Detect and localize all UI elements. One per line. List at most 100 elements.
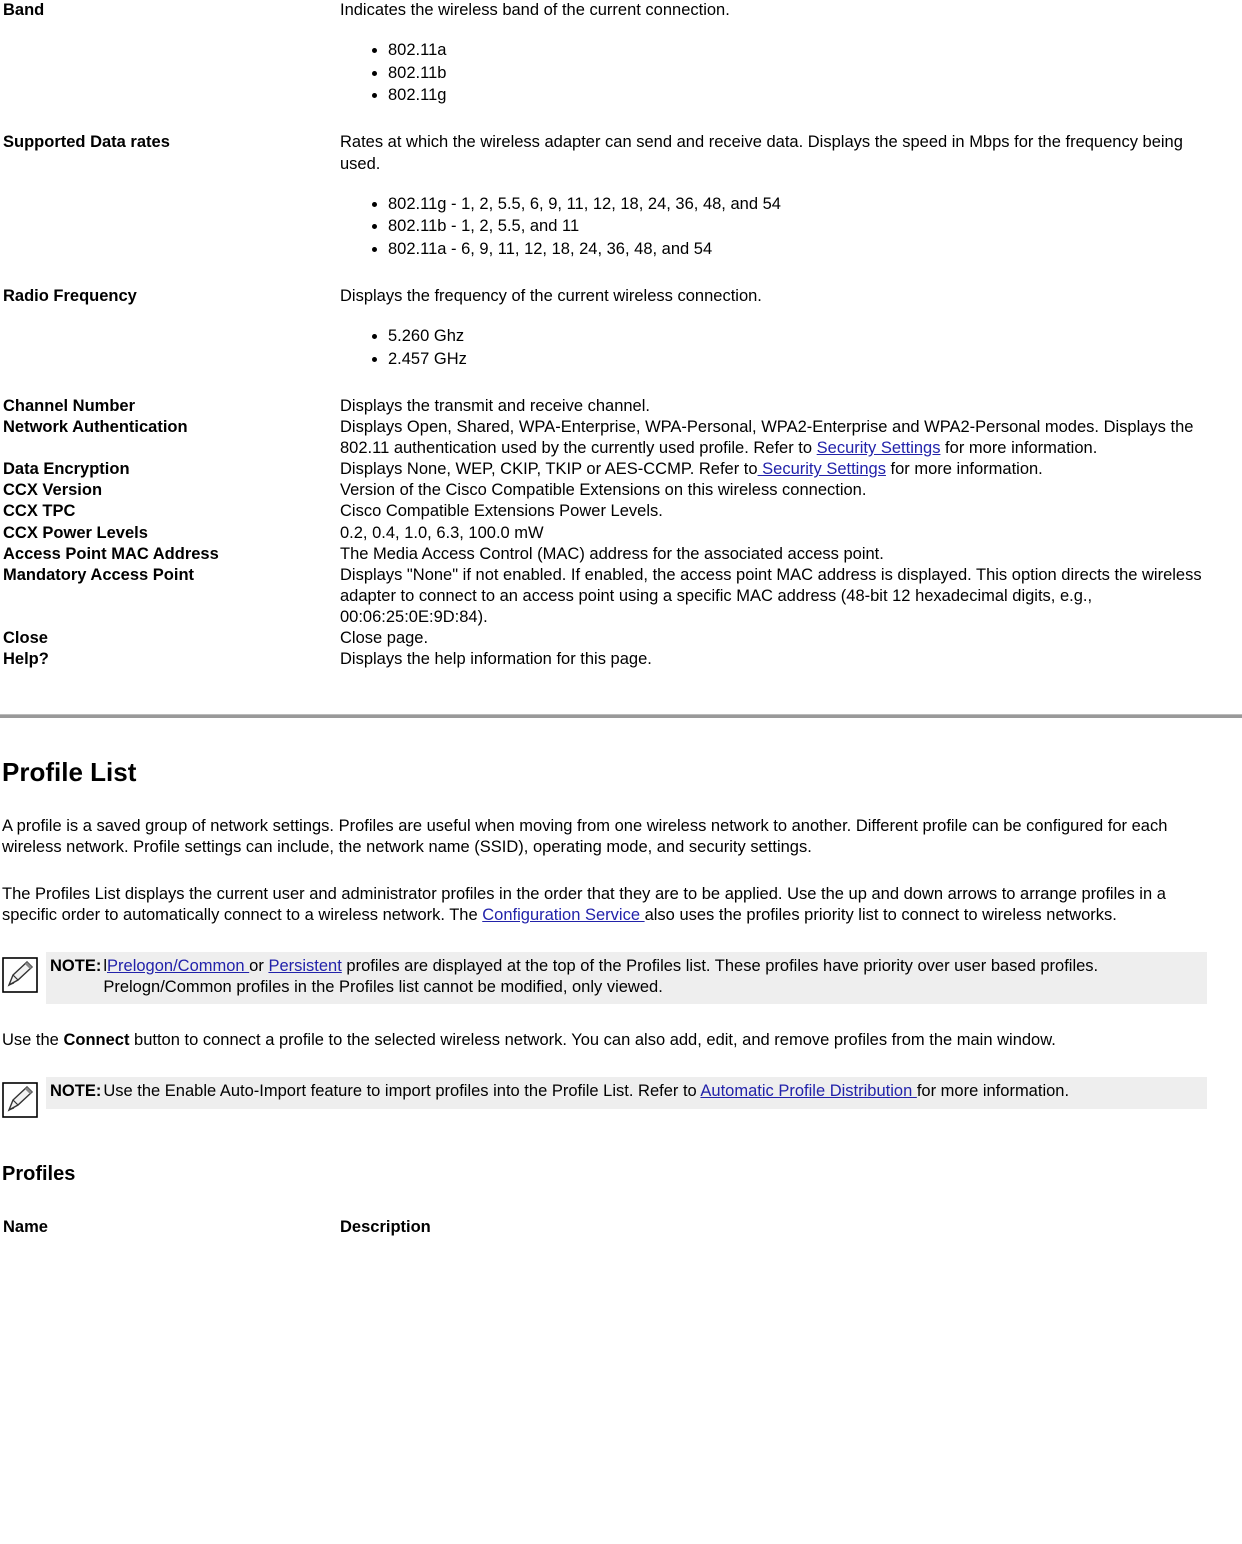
term-label: Supported Data rates <box>3 133 170 152</box>
term-cell: CCX Power Levels <box>0 523 340 544</box>
description-text: Displays "None" if not enabled. If enabl… <box>340 565 1202 627</box>
description-text: Displays None, WEP, CKIP, TKIP or AES-CC… <box>340 459 1207 480</box>
description-text: Displays Open, Shared, WPA-Enterprise, W… <box>340 417 1207 459</box>
note-pencil-icon <box>0 1077 46 1127</box>
note-text: lPrelogon/Common or Persistent profiles … <box>103 956 1201 998</box>
table-row: Access Point MAC Address The Media Acces… <box>0 544 1242 565</box>
term-label: CCX TPC <box>3 502 76 521</box>
note-pencil-icon <box>0 952 46 1002</box>
persistent-link[interactable]: Persistent <box>268 957 341 975</box>
list-item: 802.11a - 6, 9, 11, 12, 18, 24, 36, 48, … <box>388 238 1207 260</box>
page-title: Profile List <box>2 757 137 788</box>
description-cell: Close page. <box>340 628 1242 649</box>
term-cell: Band <box>0 0 340 132</box>
table-row: CCX TPC Cisco Compatible Extensions Powe… <box>0 501 1242 522</box>
term-cell: Radio Frequency <box>0 286 340 396</box>
document-page: Band Indicates the wireless band of the … <box>0 0 1242 1238</box>
table-row: Close Close page. <box>0 628 1242 649</box>
description-text: Version of the Cisco Compatible Extensio… <box>340 481 867 500</box>
term-cell: Mandatory Access Point <box>0 565 340 628</box>
bullet-list: 5.260 Ghz 2.457 GHz <box>340 325 1207 370</box>
note-text-pre: Use the Enable Auto-Import feature to im… <box>103 1082 701 1101</box>
table-row: Help? Displays the help information for … <box>0 649 1242 670</box>
table-header-row: Name Description <box>0 1217 1242 1238</box>
term-label: Network Authentication <box>3 418 188 437</box>
list-item: 2.457 GHz <box>388 348 1207 370</box>
term-label: Mandatory Access Point <box>3 565 195 584</box>
term-label: Radio Frequency <box>3 286 137 305</box>
description-text: 0.2, 0.4, 1.0, 6.3, 100.0 mW <box>340 523 544 542</box>
list-item: 802.11a <box>388 39 1207 61</box>
description-cell: Rates at which the wireless adapter can … <box>340 132 1242 286</box>
description-cell: 0.2, 0.4, 1.0, 6.3, 100.0 mW <box>340 523 1242 544</box>
description-text: Rates at which the wireless adapter can … <box>340 133 1183 173</box>
section-divider <box>0 714 1242 719</box>
term-label: Data Encryption <box>3 460 130 479</box>
bullet-list: 802.11g - 1, 2, 5.5, 6, 9, 11, 12, 18, 2… <box>340 193 1207 260</box>
table-row: Radio Frequency Displays the frequency o… <box>0 286 1242 396</box>
term-label: CCX Power Levels <box>3 523 148 542</box>
note-text: Use the Enable Auto-Import feature to im… <box>103 1081 1201 1102</box>
term-cell: CCX Version <box>0 480 340 501</box>
term-cell: Data Encryption <box>0 459 340 480</box>
description-text: Displays the transmit and receive channe… <box>340 396 650 415</box>
description-cell: Displays Open, Shared, WPA-Enterprise, W… <box>340 417 1242 459</box>
description-cell: Indicates the wireless band of the curre… <box>340 0 1242 132</box>
description-cell: Displays None, WEP, CKIP, TKIP or AES-CC… <box>340 459 1242 480</box>
paragraph-post: also uses the profiles priority list to … <box>644 905 1117 924</box>
profile-order-paragraph: The Profiles List displays the current u… <box>0 884 1242 926</box>
prelogon-common-link[interactable]: Prelogon/Common <box>107 957 249 975</box>
note-label: NOTE: <box>50 1082 102 1101</box>
profiles-table-header: Name Description <box>0 1217 1242 1238</box>
description-cell: Displays "None" if not enabled. If enabl… <box>340 565 1242 628</box>
connection-details-definition-table: Band Indicates the wireless band of the … <box>0 0 1242 670</box>
term-label: Close <box>3 629 48 648</box>
term-cell: Access Point MAC Address <box>0 544 340 565</box>
table-row: Band Indicates the wireless band of the … <box>0 0 1242 132</box>
table-row: Supported Data rates Rates at which the … <box>0 132 1242 286</box>
description-cell: Displays the frequency of the current wi… <box>340 286 1242 396</box>
description-text: Displays the help information for this p… <box>340 650 652 669</box>
term-label: Help? <box>3 650 49 669</box>
term-cell: Help? <box>0 649 340 670</box>
description-text-post: for more information. <box>885 460 1043 479</box>
paragraph-pre: Use the <box>2 1031 64 1050</box>
description-text: Close page. <box>340 629 429 648</box>
list-item: 802.11b - 1, 2, 5.5, and 11 <box>388 215 1207 237</box>
list-item: 802.11g <box>388 84 1207 106</box>
term-cell: Channel Number <box>0 396 340 417</box>
list-item: 5.260 Ghz <box>388 325 1207 347</box>
note-box: NOTE: lPrelogon/Common or Persistent pro… <box>0 952 1207 1005</box>
term-label: Channel Number <box>3 396 136 415</box>
configuration-service-link[interactable]: Configuration Service <box>482 906 644 924</box>
term-cell: Network Authentication <box>0 417 340 459</box>
table-row: CCX Version Version of the Cisco Compati… <box>0 480 1242 501</box>
description-text: The Media Access Control (MAC) address f… <box>340 544 884 563</box>
table-row: Data Encryption Displays None, WEP, CKIP… <box>0 459 1242 480</box>
description-text-pre: Displays None, WEP, CKIP, TKIP or AES-CC… <box>340 460 758 479</box>
description-cell: Cisco Compatible Extensions Power Levels… <box>340 501 1242 522</box>
connect-button-paragraph: Use the Connect button to connect a prof… <box>0 1030 1242 1051</box>
list-item: 802.11b <box>388 62 1207 84</box>
description-cell: Displays the help information for this p… <box>340 649 1242 670</box>
column-header-description: Description <box>340 1218 431 1237</box>
connect-bold-label: Connect <box>63 1031 130 1050</box>
term-cell: Close <box>0 628 340 649</box>
note-text-mid: or <box>249 957 269 976</box>
description-text-post: for more information. <box>940 439 1098 458</box>
table-row: CCX Power Levels 0.2, 0.4, 1.0, 6.3, 100… <box>0 523 1242 544</box>
automatic-profile-distribution-link[interactable]: Automatic Profile Distribution <box>700 1082 916 1100</box>
description-cell: Displays the transmit and receive channe… <box>340 396 1242 417</box>
term-cell: CCX TPC <box>0 501 340 522</box>
table-row: Mandatory Access Point Displays "None" i… <box>0 565 1242 628</box>
profiles-heading: Profiles <box>2 1162 76 1185</box>
security-settings-link[interactable]: Security Settings <box>817 439 941 457</box>
term-cell: Supported Data rates <box>0 132 340 286</box>
table-row: Channel Number Displays the transmit and… <box>0 396 1242 417</box>
column-header-name: Name <box>3 1218 48 1237</box>
security-settings-link[interactable]: Security Settings <box>758 460 886 478</box>
description-text: Indicates the wireless band of the curre… <box>340 1 730 19</box>
term-label: Band <box>3 1 45 19</box>
note-text-post: for more information. <box>916 1082 1070 1101</box>
note-label: NOTE: <box>50 957 102 976</box>
